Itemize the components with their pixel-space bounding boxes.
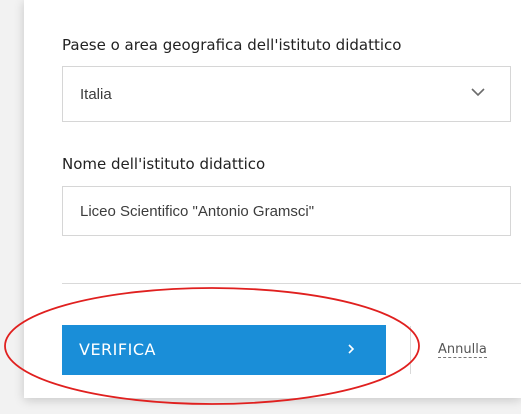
country-label: Paese o area geografica dell'istituto di… xyxy=(62,36,402,54)
school-name-input[interactable] xyxy=(62,186,511,236)
school-label: Nome dell'istituto didattico xyxy=(62,155,266,173)
button-separator xyxy=(410,326,411,374)
divider xyxy=(62,283,521,284)
chevron-right-icon xyxy=(348,344,355,354)
chevron-down-icon xyxy=(471,88,485,97)
country-select-value: Italia xyxy=(80,86,112,103)
verify-button[interactable]: VERIFICA xyxy=(62,325,386,375)
screen: Paese o area geografica dell'istituto di… xyxy=(0,0,521,414)
verify-button-label: VERIFICA xyxy=(79,340,156,359)
cancel-link[interactable]: Annulla xyxy=(438,343,487,358)
country-select[interactable]: Italia xyxy=(62,66,511,122)
